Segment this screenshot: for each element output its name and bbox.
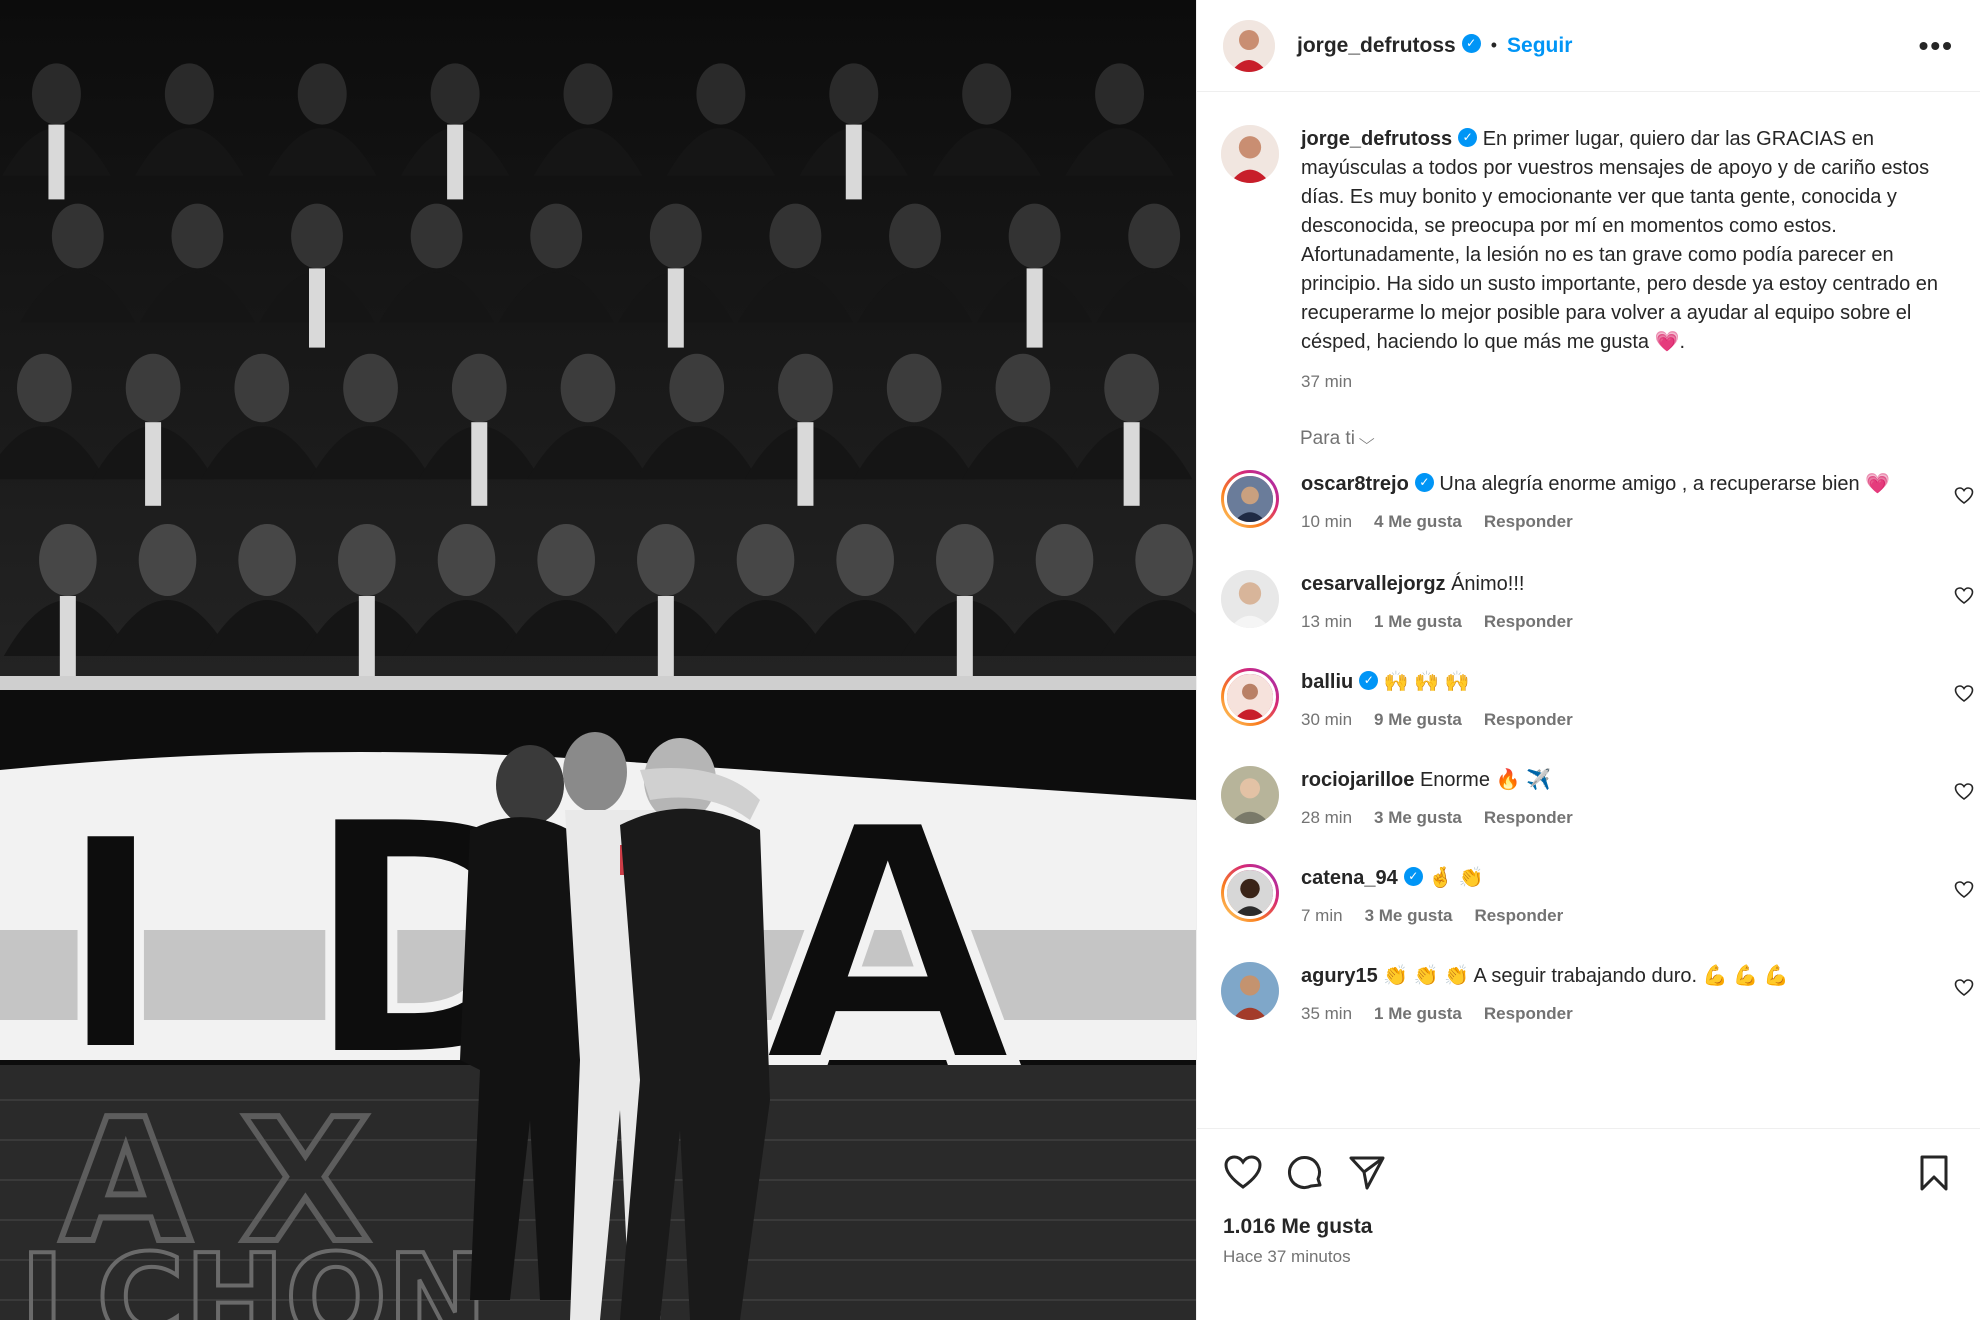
follow-button[interactable]: Seguir bbox=[1507, 34, 1572, 58]
comment-username[interactable]: balliu bbox=[1301, 671, 1353, 693]
author-avatar[interactable] bbox=[1223, 19, 1275, 72]
comment-like-icon[interactable] bbox=[1954, 782, 1974, 802]
verified-icon: ✓ bbox=[1414, 473, 1434, 493]
post-caption: jorge_defrutoss ✓ En primer lugar, quiero… bbox=[1197, 93, 1980, 396]
comment-username[interactable]: cesarvallejorgz bbox=[1301, 573, 1446, 595]
reply-button[interactable]: Responder bbox=[1474, 902, 1563, 930]
comment-text: 👏 👏 👏 A seguir trabajando duro. 💪 💪 💪 bbox=[1383, 965, 1789, 987]
comment-item: oscar8trejo ✓ Una alegría enorme amigo , … bbox=[1197, 470, 1980, 536]
comment-likes[interactable]: 1 Me gusta bbox=[1374, 1000, 1462, 1028]
comment-item: catena_94 ✓ 🤞 👏 7 min 3 Me gusta Responde… bbox=[1197, 864, 1980, 930]
comment-like-icon[interactable] bbox=[1954, 978, 1974, 998]
commenter-avatar[interactable] bbox=[1221, 864, 1279, 922]
verified-icon: ✓ bbox=[1461, 34, 1481, 53]
comment-text: Ánimo!!! bbox=[1451, 573, 1525, 595]
commenter-avatar[interactable] bbox=[1221, 470, 1279, 528]
comment-like-icon[interactable] bbox=[1954, 586, 1974, 606]
post-side-panel: jorge_defrutoss ✓ • Seguir ••• jorge_def… bbox=[1196, 0, 1980, 1320]
comment-item: rociojarilloe Enorme 🔥 ✈️ 28 min 3 Me gu… bbox=[1197, 766, 1980, 832]
verified-icon: ✓ bbox=[1359, 671, 1379, 691]
comment-like-icon[interactable] bbox=[1954, 486, 1974, 506]
comment-username[interactable]: rociojarilloe bbox=[1301, 769, 1414, 791]
commenter-avatar[interactable] bbox=[1221, 766, 1279, 824]
comment-text: Enorme 🔥 ✈️ bbox=[1419, 769, 1551, 791]
comment-icon[interactable] bbox=[1285, 1153, 1325, 1193]
comment-time: 7 min bbox=[1301, 906, 1343, 925]
reply-button[interactable]: Responder bbox=[1484, 804, 1573, 832]
comment-likes[interactable]: 4 Me gusta bbox=[1374, 508, 1462, 536]
post-actions: 1.016 Me gusta Hace 37 minutos bbox=[1197, 1128, 1980, 1267]
verified-icon: ✓ bbox=[1403, 867, 1423, 887]
comments-scroll-area[interactable]: jorge_defrutoss ✓ En primer lugar, quiero… bbox=[1197, 93, 1980, 1128]
comment-time: 13 min bbox=[1301, 612, 1353, 631]
reply-button[interactable]: Responder bbox=[1484, 608, 1573, 636]
save-icon[interactable] bbox=[1914, 1153, 1954, 1193]
reply-button[interactable]: Responder bbox=[1484, 1000, 1573, 1028]
comment-text: 🤞 👏 bbox=[1428, 867, 1484, 889]
commenter-avatar[interactable] bbox=[1221, 668, 1279, 726]
likes-count[interactable]: 1.016 Me gusta bbox=[1223, 1215, 1954, 1239]
comment-time: 30 min bbox=[1301, 710, 1353, 729]
comment-time: 35 min bbox=[1301, 1004, 1353, 1023]
comments-list: oscar8trejo ✓ Una alegría enorme amigo , … bbox=[1197, 470, 1980, 1028]
sort-label: Para ti bbox=[1300, 428, 1355, 449]
caption-text-2: Afortunadamente, la lesión no es tan gra… bbox=[1301, 244, 1939, 353]
caption-time: 37 min bbox=[1301, 372, 1353, 391]
commenter-avatar[interactable] bbox=[1221, 962, 1279, 1020]
comment-username[interactable]: catena_94 bbox=[1301, 867, 1398, 889]
like-icon[interactable] bbox=[1223, 1153, 1263, 1193]
comment-item: balliu ✓ 🙌 🙌 🙌 30 min 9 Me gusta Responde… bbox=[1197, 668, 1980, 734]
reply-button[interactable]: Responder bbox=[1484, 508, 1573, 536]
board-word: LCHON bbox=[20, 1230, 487, 1320]
chevron-down-icon: ⌵ bbox=[1358, 430, 1375, 448]
comment-text: Una alegría enorme amigo , a recuperarse… bbox=[1439, 473, 1891, 495]
commenter-avatar[interactable] bbox=[1221, 570, 1279, 628]
comment-like-icon[interactable] bbox=[1954, 684, 1974, 704]
post-photo-image: I D A A X LCHON bbox=[0, 0, 1196, 1320]
separator-dot: • bbox=[1490, 35, 1498, 55]
comment-likes[interactable]: 3 Me gusta bbox=[1365, 902, 1453, 930]
reply-button[interactable]: Responder bbox=[1484, 706, 1573, 734]
comment-text: 🙌 🙌 🙌 bbox=[1383, 671, 1470, 693]
share-icon[interactable] bbox=[1347, 1153, 1387, 1193]
comment-time: 10 min bbox=[1301, 512, 1353, 531]
comment-likes[interactable]: 9 Me gusta bbox=[1374, 706, 1462, 734]
author-username[interactable]: jorge_defrutoss bbox=[1297, 34, 1456, 58]
comment-like-icon[interactable] bbox=[1954, 880, 1974, 900]
post-header: jorge_defrutoss ✓ • Seguir ••• bbox=[1197, 0, 1980, 92]
comment-item: cesarvallejorgz Ánimo!!! 13 min 1 Me gus… bbox=[1197, 570, 1980, 636]
comment-username[interactable]: agury15 bbox=[1301, 965, 1378, 987]
caption-author-avatar[interactable] bbox=[1221, 125, 1279, 183]
post-timestamp: Hace 37 minutos bbox=[1223, 1247, 1351, 1266]
comment-likes[interactable]: 3 Me gusta bbox=[1374, 804, 1462, 832]
more-options-icon[interactable]: ••• bbox=[1919, 30, 1954, 62]
sort-comments-toggle[interactable]: Para ti ⌵ bbox=[1197, 396, 1980, 450]
post-photo[interactable]: I D A A X LCHON bbox=[0, 0, 1196, 1320]
comment-time: 28 min bbox=[1301, 808, 1353, 827]
comment-likes[interactable]: 1 Me gusta bbox=[1374, 608, 1462, 636]
caption-author-username[interactable]: jorge_defrutoss bbox=[1301, 128, 1452, 150]
comment-item: agury15 👏 👏 👏 A seguir trabajando duro. … bbox=[1197, 962, 1980, 1028]
comment-username[interactable]: oscar8trejo bbox=[1301, 473, 1409, 495]
verified-icon: ✓ bbox=[1458, 128, 1478, 148]
